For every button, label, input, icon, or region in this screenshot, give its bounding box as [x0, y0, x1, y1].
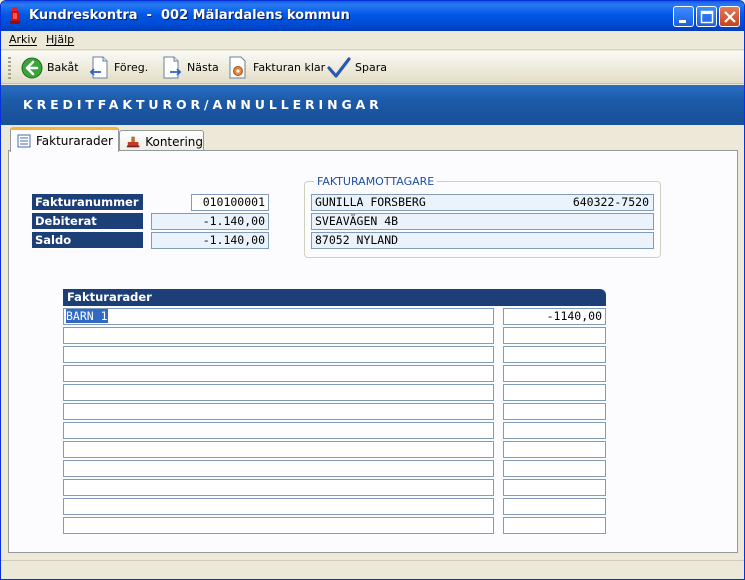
row-amount-field[interactable] — [503, 479, 606, 496]
tab-fakturarader-label: Fakturarader — [36, 134, 113, 148]
back-arrow-icon — [21, 57, 43, 78]
invoice-number-field[interactable]: 010100001 — [191, 194, 269, 211]
recipient-postal-field[interactable]: 87052 NYLAND — [311, 232, 654, 249]
back-button[interactable]: Bakåt — [21, 54, 79, 81]
row-amount-field[interactable] — [503, 460, 606, 477]
debited-field[interactable]: -1.140,00 — [151, 213, 269, 230]
row-description-field[interactable] — [63, 365, 494, 382]
maximize-icon — [700, 10, 714, 24]
recipient-street-field[interactable]: SVEAVÄGEN 4B — [311, 213, 654, 230]
toolbar-grip[interactable] — [8, 57, 11, 79]
previous-page-icon — [89, 56, 108, 78]
minimize-icon — [679, 20, 686, 23]
checkmark-icon — [327, 56, 351, 78]
previous-label: Föreg. — [114, 61, 149, 74]
menu-arkiv[interactable]: Arkiv — [9, 33, 37, 46]
rows-header: Fakturarader — [63, 289, 606, 306]
row-description-field[interactable] — [63, 441, 494, 458]
row-description-field[interactable] — [63, 498, 494, 515]
row-description-field[interactable] — [63, 403, 494, 420]
recipient-legend: FAKTURAMOTTAGARE — [314, 175, 438, 188]
row-description-field[interactable]: BARN 1 — [63, 308, 494, 325]
menu-bar: Arkiv Hjälp — [1, 31, 744, 50]
invoice-number-label: Fakturanummer — [32, 194, 143, 211]
invoice-done-button[interactable]: Fakturan klar — [227, 54, 325, 81]
row-amount-field[interactable] — [503, 498, 606, 515]
title-bar[interactable]: Kundreskontra - 002 Mälardalens kommun — [1, 1, 744, 31]
invoice-gear-icon — [229, 56, 246, 78]
status-bar — [1, 560, 744, 579]
minimize-button[interactable] — [673, 6, 694, 27]
tab-kontering-label: Kontering — [145, 135, 203, 149]
row-amount-field[interactable] — [503, 517, 606, 534]
row-description-field[interactable] — [63, 422, 494, 439]
debited-label: Debiterat — [32, 213, 143, 230]
row-amount-field[interactable] — [503, 365, 606, 382]
row-amount-field[interactable] — [503, 403, 606, 420]
next-button[interactable]: Nästa — [161, 54, 219, 81]
row-amount-field[interactable]: -1140,00 — [503, 308, 606, 325]
previous-button[interactable]: Föreg. — [88, 54, 148, 81]
main-window: Kundreskontra - 002 Mälardalens kommun A… — [0, 0, 745, 580]
invoice-done-label: Fakturan klar — [253, 61, 326, 74]
app-icon — [7, 7, 23, 25]
close-icon — [724, 11, 736, 23]
row-description-field[interactable] — [63, 479, 494, 496]
next-page-icon — [163, 56, 182, 78]
row-description-field[interactable] — [63, 460, 494, 477]
menu-hjalp[interactable]: Hjälp — [46, 33, 74, 46]
recipient-name: GUNILLA FORSBERG — [315, 195, 426, 209]
invoice-rows-icon — [17, 134, 31, 148]
maximize-button[interactable] — [696, 6, 717, 27]
back-label: Bakåt — [47, 61, 79, 74]
row-description-field[interactable] — [63, 346, 494, 363]
stamp-icon — [126, 136, 140, 148]
row-amount-field[interactable] — [503, 327, 606, 344]
row-description-field[interactable] — [63, 384, 494, 401]
row-description: BARN 1 — [66, 309, 108, 323]
tab-fakturarader[interactable]: Fakturarader — [10, 127, 119, 152]
row-amount-field[interactable] — [503, 346, 606, 363]
page-header: KREDITFAKTUROR/ANNULLERINGAR — [1, 85, 744, 125]
toolbar: Bakåt Föreg. Nästa Fakturan klar Spara — [1, 51, 744, 84]
row-description-field[interactable] — [63, 327, 494, 344]
save-button[interactable]: Spara — [327, 54, 387, 81]
row-amount-field[interactable] — [503, 441, 606, 458]
row-description-field[interactable] — [63, 517, 494, 534]
recipient-name-field[interactable]: GUNILLA FORSBERG 640322-7520 — [311, 194, 654, 211]
page-title: KREDITFAKTUROR/ANNULLERINGAR — [23, 97, 383, 112]
save-label: Spara — [355, 61, 387, 74]
next-label: Nästa — [187, 61, 219, 74]
window-title: Kundreskontra - 002 Mälardalens kommun — [29, 8, 350, 23]
row-amount-field[interactable] — [503, 384, 606, 401]
balance-field[interactable]: -1.140,00 — [151, 232, 269, 249]
balance-label: Saldo — [32, 232, 143, 249]
row-amount-field[interactable] — [503, 422, 606, 439]
recipient-id-number: 640322-7520 — [572, 195, 649, 209]
close-button[interactable] — [719, 6, 740, 27]
